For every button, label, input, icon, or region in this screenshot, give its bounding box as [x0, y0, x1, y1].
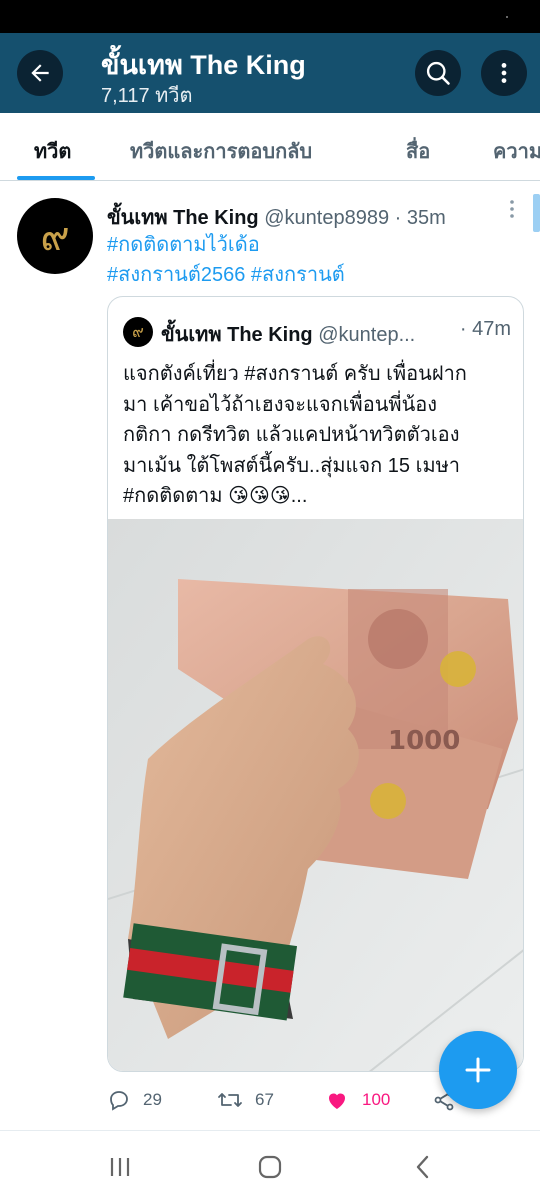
separator: ·: [394, 207, 402, 229]
hashtag-line[interactable]: #สงกรานต์2566 #สงกรานต์: [107, 260, 345, 290]
active-tab-indicator: [17, 176, 95, 180]
tweet-card[interactable]: ๙ ขั้นเทพ The King @kuntep8989 · 35m #กด…: [0, 182, 540, 1130]
retweet-button[interactable]: 67: [217, 1082, 274, 1118]
quoted-author-handle: @kuntep...: [318, 324, 416, 346]
like-button[interactable]: 100: [324, 1082, 390, 1118]
quoted-text-line: กติกา กดรีทวิต แล้วแคปหน้าทวิตตัวเอง: [123, 424, 460, 446]
tweet-time: 35m: [406, 207, 446, 229]
search-icon: [426, 61, 450, 85]
arrow-left-icon: [31, 64, 49, 82]
recent-apps-button[interactable]: [105, 1153, 135, 1181]
quoted-author-name: ขั้นเทพ The King: [161, 324, 313, 346]
tab-likes[interactable]: ความ: [493, 135, 540, 167]
more-vertical-icon: [510, 200, 514, 218]
author-name[interactable]: ขั้นเทพ The King: [107, 207, 259, 229]
quoted-text-line: แจกตังค์เที่ยว #สงกรานต์ ครับ เพื่อนฝาก: [123, 363, 467, 385]
tweet-header: ขั้นเทพ The King @kuntep8989 · 35m: [107, 201, 446, 233]
more-vertical-icon: [501, 63, 507, 83]
author-handle[interactable]: @kuntep8989: [264, 207, 389, 229]
tab-tweets-and-replies[interactable]: ทวีตและการตอบกลับ: [130, 135, 312, 167]
tab-media[interactable]: สื่อ: [406, 135, 430, 167]
quoted-tweet[interactable]: ๙ ขั้นเทพ The King @kuntep... · 47m แจกต…: [107, 296, 524, 1072]
chevron-left-icon: [416, 1155, 429, 1179]
tweet-photo[interactable]: 1000: [108, 519, 523, 1071]
status-bar: [0, 0, 540, 33]
quoted-time: · 47m: [459, 318, 511, 340]
recent-apps-icon: [110, 1158, 130, 1176]
profile-header: ขั้นเทพ The King 7,117 ทวีต: [0, 33, 540, 113]
home-icon: [258, 1155, 282, 1179]
back-button[interactable]: [17, 50, 63, 96]
retweet-count: 67: [255, 1090, 274, 1109]
quoted-text-line: #กดติดตาม 😘😘😘...: [123, 485, 308, 507]
reply-icon: [110, 1091, 128, 1111]
quoted-text-line: มาเม้น ใต้โพสต์นี้ครับ..สุ่มแจก 15 เมษา: [123, 454, 461, 477]
reply-count: 29: [143, 1090, 162, 1109]
scrollbar[interactable]: [533, 194, 540, 232]
home-button[interactable]: [255, 1153, 285, 1181]
banknote-value: 1000: [388, 726, 460, 756]
search-button[interactable]: [415, 50, 461, 96]
tweet-more-button[interactable]: [502, 197, 522, 221]
heart-icon: [329, 1093, 345, 1109]
profile-tabs: ทวีต ทวีตและการตอบกลับ สื่อ ความ: [0, 113, 540, 181]
quoted-header: ขั้นเทพ The King @kuntep...: [161, 318, 415, 350]
compose-tweet-button[interactable]: [439, 1031, 517, 1109]
tweet-count: 7,117 ทวีต: [101, 85, 193, 107]
hashtag-line[interactable]: #กดติดตามไว้เด้อ: [107, 230, 345, 260]
retweet-icon: [218, 1093, 242, 1107]
plus-icon: [465, 1057, 491, 1083]
reply-button[interactable]: 29: [107, 1082, 162, 1118]
system-nav-bar: [0, 1130, 540, 1200]
avatar[interactable]: ๙: [17, 198, 93, 274]
quoted-text: แจกตังค์เที่ยว #สงกรานต์ ครับ เพื่อนฝาก …: [123, 359, 518, 512]
more-options-button[interactable]: [481, 50, 527, 96]
quoted-avatar: ๙: [123, 317, 153, 347]
tab-tweets[interactable]: ทวีต: [34, 135, 71, 167]
tweet-text: #กดติดตามไว้เด้อ #สงกรานต์2566 #สงกรานต์: [107, 230, 345, 290]
quoted-text-line: มา เค้าขอไว้ถ้าเฮงจะแจกเพื่อนพี่น้อง: [123, 393, 438, 416]
like-count: 100: [362, 1090, 391, 1109]
back-nav-button[interactable]: [408, 1153, 438, 1181]
